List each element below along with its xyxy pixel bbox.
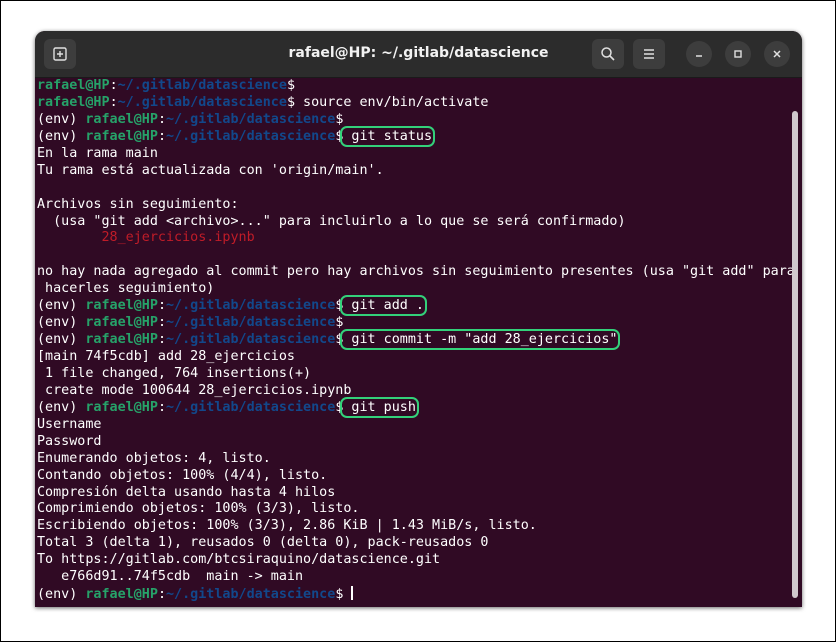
- prompt-colon: :: [157, 399, 166, 415]
- output-line: Tu rama está actualizada con 'origin/mai…: [37, 162, 384, 178]
- prompt-line: (env) rafael@HP:~/.gitlab/datascience$ g…: [37, 295, 787, 317]
- prompt-env: (env): [37, 332, 86, 348]
- prompt-user: rafael@HP: [85, 111, 158, 127]
- output-line: create mode 100644 28_ejercicios.ipynb: [37, 382, 352, 398]
- prompt-env: (env): [37, 587, 86, 603]
- prompt-colon: :: [157, 128, 166, 144]
- screenshot-frame: rafael@HP: ~/.gitlab/datascience rafael@…: [0, 0, 836, 642]
- output-line: Comprimiendo objetos: 100% (3/3), listo.: [37, 501, 360, 517]
- prompt-line: rafael@HP:~/.gitlab/datascience$: [37, 78, 787, 95]
- output-line: En la rama main: [37, 145, 158, 161]
- output-line: Username: [37, 416, 102, 432]
- output-line: 1 file changed, 764 insertions(+): [37, 365, 312, 381]
- output-line: Total 3 (delta 1), reusados 0 (delta 0),…: [37, 535, 489, 551]
- prompt-path: ~/.gitlab/datascience: [166, 298, 336, 314]
- prompt-path: ~/.gitlab/datascience: [166, 399, 336, 415]
- prompt-line: (env) rafael@HP:~/.gitlab/datascience$: [37, 315, 787, 332]
- search-button[interactable]: [592, 39, 624, 69]
- highlighted-command: git push: [340, 396, 419, 418]
- output-line: no hay nada agregado al commit pero hay …: [37, 264, 795, 280]
- prompt-path: ~/.gitlab/datascience: [166, 587, 336, 603]
- command-text: source env/bin/activate: [295, 94, 489, 110]
- output-line: (usa "git add <archivo>..." para incluir…: [37, 213, 626, 229]
- maximize-button[interactable]: [725, 41, 751, 67]
- prompt-path: ~/.gitlab/datascience: [166, 315, 336, 331]
- output-line: e766d91..74f5cdb main -> main: [37, 569, 304, 585]
- prompt-colon: :: [157, 315, 166, 331]
- terminal-window: rafael@HP: ~/.gitlab/datascience rafael@…: [35, 31, 802, 607]
- minimize-button[interactable]: [686, 41, 712, 67]
- prompt-user: rafael@HP: [85, 298, 158, 314]
- prompt-colon: :: [157, 587, 166, 603]
- prompt-line: (env) rafael@HP:~/.gitlab/datascience$: [37, 112, 787, 129]
- scrollbar[interactable]: [792, 111, 798, 598]
- prompt-line: (env) rafael@HP:~/.gitlab/datascience$: [37, 586, 787, 603]
- prompt-path: ~/.gitlab/datascience: [117, 78, 287, 93]
- close-icon: [773, 50, 781, 58]
- prompt-user: rafael@HP: [85, 587, 158, 603]
- prompt-user: rafael@HP: [85, 332, 158, 348]
- output-line: To https://gitlab.com/btcsiraquino/datas…: [37, 552, 441, 568]
- output-line: Contando objetos: 100% (4/4), listo.: [37, 467, 328, 483]
- prompt-colon: :: [157, 332, 166, 348]
- prompt-env: (env): [37, 315, 86, 331]
- search-icon: [601, 47, 615, 61]
- prompt-line: rafael@HP:~/.gitlab/datascience$ source …: [37, 95, 787, 112]
- minimize-icon: [696, 55, 702, 57]
- menu-button[interactable]: [633, 39, 665, 69]
- prompt-path: ~/.gitlab/datascience: [166, 128, 336, 144]
- prompt-dollar: $: [286, 94, 295, 110]
- prompt-path: ~/.gitlab/datascience: [166, 111, 336, 127]
- prompt-user: rafael@HP: [85, 315, 158, 331]
- untracked-file: 28_ejercicios.ipynb: [37, 230, 255, 246]
- prompt-path: ~/.gitlab/datascience: [166, 332, 336, 348]
- command-text: [343, 587, 351, 602]
- prompt-line: (env) rafael@HP:~/.gitlab/datascience$ g…: [37, 125, 787, 147]
- prompt-user: rafael@HP: [85, 399, 158, 415]
- prompt-env: (env): [37, 399, 86, 415]
- prompt-env: (env): [37, 111, 86, 127]
- prompt-colon: :: [109, 78, 118, 93]
- prompt-env: (env): [37, 128, 86, 144]
- output-line: Enumerando objetos: 4, listo.: [37, 450, 271, 466]
- output-line: Compresión delta usando hasta 4 hilos: [37, 484, 336, 500]
- close-button[interactable]: [764, 41, 790, 67]
- output-line: Archivos sin seguimiento:: [37, 196, 239, 212]
- terminal-output[interactable]: rafael@HP:~/.gitlab/datascience$ rafael@H…: [37, 78, 795, 607]
- untracked-file-line: 28_ejercicios.ipynb: [37, 230, 787, 247]
- prompt-user: rafael@HP: [85, 128, 158, 144]
- hamburger-menu-icon: [644, 49, 654, 59]
- prompt-user: rafael@HP: [37, 78, 110, 93]
- prompt-colon: :: [157, 111, 166, 127]
- highlighted-command: git commit -m "add 28_ejercicios": [340, 329, 621, 351]
- maximize-icon: [734, 50, 742, 58]
- prompt-line: (env) rafael@HP:~/.gitlab/datascience$ g…: [37, 329, 787, 351]
- highlighted-command: git add .: [340, 295, 427, 317]
- prompt-env: (env): [37, 298, 86, 314]
- prompt-line: (env) rafael@HP:~/.gitlab/datascience$ g…: [37, 396, 787, 418]
- prompt-user: rafael@HP: [37, 94, 110, 110]
- title-bar[interactable]: rafael@HP: ~/.gitlab/datascience: [35, 31, 802, 78]
- output-line: hacerles seguimiento): [37, 281, 215, 297]
- prompt-colon: :: [109, 94, 118, 110]
- prompt-path: ~/.gitlab/datascience: [117, 94, 287, 110]
- prompt-dollar: $: [335, 111, 344, 127]
- highlighted-command: git status: [340, 125, 436, 147]
- output-line: Escribiendo objetos: 100% (3/3), 2.86 Ki…: [37, 518, 537, 534]
- output-line: [main 74f5cdb] add 28_ejercicios: [37, 349, 295, 364]
- prompt-dollar: $: [286, 78, 295, 93]
- prompt-dollar: $: [335, 315, 344, 331]
- output-line: Password: [37, 433, 102, 449]
- prompt-colon: :: [157, 298, 166, 314]
- text-cursor: [351, 586, 354, 601]
